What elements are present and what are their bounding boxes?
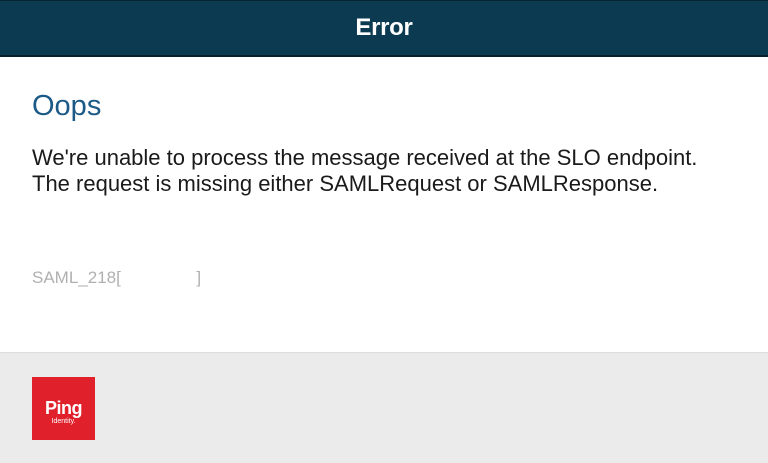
footer: Ping Identity. xyxy=(0,352,768,463)
ping-identity-logo: Ping Identity. xyxy=(32,377,95,440)
error-message: We're unable to process the message rece… xyxy=(32,145,698,196)
logo-subtext: Identity. xyxy=(51,418,76,425)
error-code: SAML_218[ ] xyxy=(32,268,202,287)
error-page: Error Oops We're unable to process the m… xyxy=(0,0,768,463)
header-title: Error xyxy=(355,14,413,41)
header-bar: Error xyxy=(0,0,768,57)
logo-text: Ping xyxy=(45,398,83,418)
page-heading: Oops xyxy=(32,90,102,122)
